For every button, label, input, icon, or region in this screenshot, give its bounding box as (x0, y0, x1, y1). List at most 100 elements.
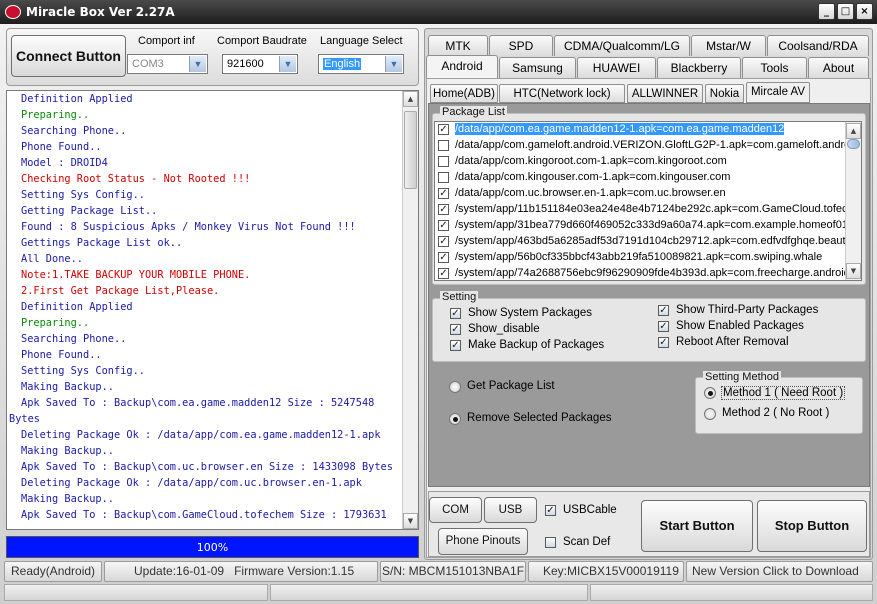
setting-option[interactable]: ✓ Show System Packages (450, 306, 650, 322)
remove-selected-option[interactable]: Remove Selected Packages (448, 411, 668, 427)
setting-option[interactable]: ✓ Show Enabled Packages (658, 319, 858, 335)
package-item[interactable]: /data/app/com.kingouser.com-1.apk=com.ki… (435, 170, 861, 186)
start-button[interactable]: Start Button (641, 500, 753, 552)
log-line: All Done.. (21, 253, 83, 265)
scroll-up-icon[interactable]: ▲ (846, 123, 861, 139)
radio-method2[interactable] (704, 408, 716, 420)
radio-remove-selected[interactable] (449, 413, 461, 425)
subtab-allwinner[interactable]: ALLWINNER (627, 84, 703, 103)
subtab-miracle-av[interactable]: Mircale AV (746, 82, 810, 103)
log-line: Apk Saved To : Backup\com.GameCloud.tofe… (21, 509, 387, 521)
tab-blackberry[interactable]: Blackberry (657, 57, 741, 78)
package-item[interactable]: ✓ /system/app/11b151184e03ea24e48e4b7124b… (435, 202, 861, 218)
tab-android[interactable]: Android (426, 55, 498, 79)
package-item[interactable]: ✓ /system/app/56b0cf335bbcf43abb219fa5100… (435, 250, 861, 266)
package-checkbox[interactable]: ✓ (438, 124, 449, 135)
setting-left-options: ✓ Show System Packages ✓ Show_disable ✓ Make … (450, 306, 650, 354)
package-item[interactable]: /data/app/com.gameloft.android.VERIZON.G… (435, 138, 861, 154)
bottom-segment-2 (270, 584, 588, 601)
tab-cdma-qualcomm-lg[interactable]: CDMA/Qualcomm/LG (554, 35, 690, 56)
setting-option[interactable]: ✓ Show_disable (450, 322, 650, 338)
setting-option[interactable]: ✓ Reboot After Removal (658, 335, 858, 351)
package-checkbox[interactable] (438, 156, 449, 167)
maximize-button[interactable]: □ (837, 3, 854, 20)
method2-option[interactable]: Method 2 ( No Root ) (703, 407, 843, 422)
close-button[interactable]: × (856, 3, 873, 20)
usbcable-checkbox[interactable]: ✓ (545, 505, 556, 516)
setting-option[interactable]: ✓ Make Backup of Packages (450, 338, 650, 354)
package-checkbox[interactable]: ✓ (438, 268, 449, 279)
baudrate-select[interactable]: 921600 ▼ (222, 54, 298, 74)
new-version-link[interactable]: New Version Click to Download (686, 561, 873, 582)
setting-checkbox[interactable]: ✓ (658, 321, 669, 332)
log-line: Setting Sys Config.. (21, 365, 145, 377)
package-item[interactable]: /data/app/com.kingoroot.com-1.apk=com.ki… (435, 154, 861, 170)
package-item[interactable]: ✓ /system/app/31bea779d660f469052c333d9a6… (435, 218, 861, 234)
scroll-thumb[interactable] (404, 111, 417, 189)
setting-checkbox[interactable]: ✓ (658, 337, 669, 348)
setting-option[interactable]: ✓ Show Third-Party Packages (658, 303, 858, 319)
phone-pinouts-button[interactable]: Phone Pinouts (438, 528, 528, 555)
tab-mtk[interactable]: MTK (428, 35, 488, 56)
get-package-list-option[interactable]: Get Package List (448, 379, 668, 395)
comport-select[interactable]: COM3 ▼ (127, 54, 208, 74)
package-checkbox[interactable]: ✓ (438, 220, 449, 231)
title-bar: Miracle Box Ver 2.27A _ □ × (0, 0, 877, 24)
package-item[interactable]: ✓ /data/app/com.ea.game.madden12-1.apk=co… (435, 122, 861, 138)
minimize-button[interactable]: _ (818, 3, 835, 20)
radio-method1[interactable] (704, 387, 716, 399)
usb-scan-button[interactable]: USB Scan (484, 497, 537, 540)
scan-def-option[interactable]: Scan Def (545, 536, 625, 550)
setting-label: Show_disable (468, 323, 540, 335)
subtab-htc-network-lock[interactable]: HTC(Network lock)(beta) (499, 84, 625, 118)
tab-mstar[interactable]: Mstar/W (691, 35, 766, 56)
scroll-thumb[interactable] (847, 139, 860, 149)
subtab-nokia[interactable]: Nokia (705, 84, 744, 103)
scroll-down-icon[interactable]: ▼ (846, 263, 861, 279)
stop-button[interactable]: Stop Button (757, 500, 867, 552)
setting-method-title: Setting Method (703, 371, 781, 383)
package-checkbox[interactable] (438, 172, 449, 183)
scan-def-checkbox[interactable] (545, 537, 556, 548)
package-item[interactable]: ✓ /system/app/463bd5a6285adf53d7191d104cb… (435, 234, 861, 250)
language-select[interactable]: English ▼ (318, 54, 404, 74)
tab-huawei[interactable]: HUAWEI (577, 57, 656, 78)
tab-spd[interactable]: SPD (489, 35, 553, 56)
tab-about[interactable]: About (808, 57, 869, 78)
tab-samsung[interactable]: Samsung (499, 57, 576, 78)
log-line: 2.First Get Package List,Please. (21, 285, 220, 297)
tab-tools[interactable]: Tools (742, 57, 807, 78)
log-line: Apk Saved To : Backup\com.uc.browser.en … (21, 461, 393, 473)
tab-coolsand-rda[interactable]: Coolsand/RDA (767, 35, 869, 56)
baudrate-label: Comport Baudrate (217, 35, 307, 47)
log-line: Gettings Package List ok.. (21, 237, 183, 249)
package-scrollbar[interactable]: ▲ ▼ (845, 122, 861, 280)
log-line: Apk Saved To : Backup\com.ea.game.madden… (21, 397, 375, 409)
language-value: English (323, 58, 362, 70)
scroll-down-icon[interactable]: ▼ (403, 513, 418, 529)
setting-checkbox[interactable]: ✓ (450, 340, 461, 351)
com-scan-button[interactable]: COM Scan (429, 497, 482, 540)
setting-checkbox[interactable]: ✓ (450, 324, 461, 335)
package-checkbox[interactable] (438, 140, 449, 151)
log-line: Definition Applied (21, 93, 133, 105)
package-checkbox[interactable]: ✓ (438, 188, 449, 199)
connect-button[interactable]: Connect Button (11, 35, 126, 77)
log-scrollbar[interactable]: ▲ ▼ (402, 91, 418, 529)
log-line: Deleting Package Ok : /data/app/com.uc.b… (21, 477, 362, 489)
package-item[interactable]: ✓ /data/app/com.uc.browser.en-1.apk=com.u… (435, 186, 861, 202)
setting-checkbox[interactable]: ✓ (450, 308, 461, 319)
package-list[interactable]: ✓ /data/app/com.ea.game.madden12-1.apk=co… (434, 121, 862, 281)
scroll-up-icon[interactable]: ▲ (403, 91, 418, 107)
subtab-home-adb[interactable]: Home(ADB) (430, 84, 498, 103)
package-item[interactable]: ✓ /system/app/74a2688756ebc9f96290909fde4… (435, 266, 861, 280)
connection-panel: Connect Button Comport inf COM3 ▼ Compor… (6, 28, 419, 86)
package-checkbox[interactable]: ✓ (438, 252, 449, 263)
package-checkbox[interactable]: ✓ (438, 236, 449, 247)
method1-option[interactable]: Method 1 ( Need Root ) (703, 386, 846, 401)
usbcable-option[interactable]: ✓ USBCable (545, 504, 625, 518)
log-output[interactable]: Definition Applied Preparing.. Searching P… (6, 90, 419, 530)
package-checkbox[interactable]: ✓ (438, 204, 449, 215)
radio-get-package-list[interactable] (449, 381, 461, 393)
setting-checkbox[interactable]: ✓ (658, 305, 669, 316)
